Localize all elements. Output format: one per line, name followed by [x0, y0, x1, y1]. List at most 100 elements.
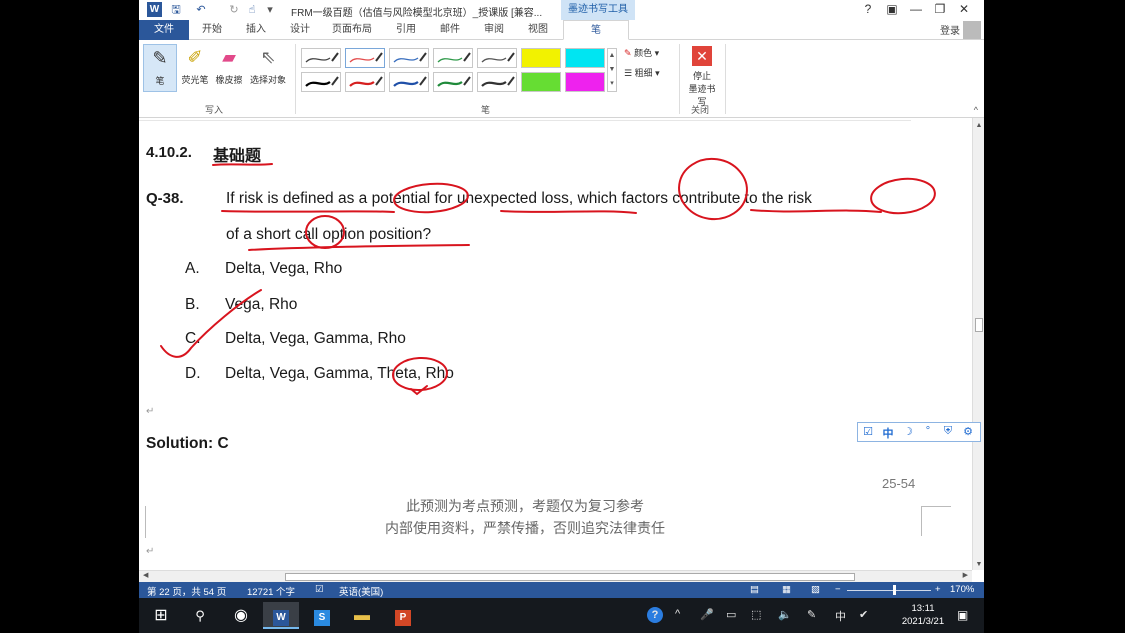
- page-count[interactable]: 第 22 页，共 54 页: [147, 584, 226, 598]
- ime-gear-icon[interactable]: ⚙: [958, 425, 978, 438]
- pen-swatch[interactable]: [521, 72, 561, 92]
- stop-inking-button[interactable]: ✕ 停止 墨迹书写: [686, 44, 718, 108]
- vertical-scroll-thumb[interactable]: [975, 318, 983, 332]
- vertical-scrollbar[interactable]: ▲ ▼: [972, 118, 984, 570]
- word-count[interactable]: 12721 个字: [247, 584, 295, 598]
- tab-mailings[interactable]: 邮件: [433, 20, 467, 40]
- horizontal-scroll-thumb[interactable]: [285, 573, 855, 581]
- save-icon[interactable]: 🖫: [169, 2, 183, 18]
- file-explorer-icon[interactable]: ▬: [344, 602, 380, 629]
- tab-file[interactable]: 文件: [139, 20, 189, 40]
- help-icon[interactable]: ?: [856, 2, 880, 16]
- highlighter-button[interactable]: ✐ 荧光笔: [177, 44, 213, 86]
- document-area[interactable]: 4.10.2. 基础题 Q-38. If risk is defined as …: [139, 118, 972, 570]
- ime-halfwidth-icon[interactable]: ☽: [898, 425, 918, 438]
- gallery-scroll[interactable]: ▲ ▼ ▾: [607, 48, 617, 92]
- scroll-right-icon[interactable]: ▶: [963, 571, 968, 579]
- close-icon[interactable]: ✕: [952, 2, 976, 16]
- tab-references[interactable]: 引用: [389, 20, 423, 40]
- battery-icon[interactable]: ▭: [726, 608, 736, 621]
- undo-icon[interactable]: ↶: [194, 2, 208, 18]
- scroll-left-icon[interactable]: ◀: [143, 571, 148, 579]
- redo-icon[interactable]: ↻: [227, 2, 241, 18]
- pen-swatch[interactable]: [433, 72, 473, 92]
- pen-swatch[interactable]: [345, 72, 385, 92]
- zoom-slider-track[interactable]: [847, 590, 931, 591]
- select-objects-button[interactable]: ⇖ 选择对象: [247, 44, 289, 86]
- zoom-in-icon[interactable]: +: [935, 584, 941, 595]
- language-indicator[interactable]: 英语(美国): [339, 584, 383, 598]
- ink-tick-theta: [410, 385, 428, 396]
- powerpoint-taskbar-icon[interactable]: P: [385, 602, 421, 629]
- tab-review[interactable]: 审阅: [477, 20, 511, 40]
- pen-workspace-icon[interactable]: ✎: [807, 608, 816, 621]
- browser-icon[interactable]: ◉: [223, 602, 259, 629]
- pen-swatch[interactable]: [565, 48, 605, 68]
- help-tray-icon[interactable]: ?: [647, 607, 663, 623]
- tab-layout[interactable]: 页面布局: [325, 20, 379, 40]
- system-clock[interactable]: 13:11 2021/3/21: [895, 602, 951, 628]
- pen-swatch[interactable]: [565, 72, 605, 92]
- restore-icon[interactable]: ❐: [928, 2, 952, 16]
- pen-swatch[interactable]: [521, 48, 561, 68]
- web-layout-icon[interactable]: ▧: [811, 584, 820, 595]
- horizontal-scrollbar[interactable]: ◀ ▶: [139, 570, 972, 582]
- pen-swatch[interactable]: [301, 72, 341, 92]
- tab-home[interactable]: 开始: [195, 20, 229, 40]
- ime-punctuation-icon[interactable]: °: [918, 425, 938, 437]
- ime-settings-box-icon[interactable]: ☑: [858, 425, 878, 438]
- pen-button[interactable]: ✎ 笔: [143, 44, 177, 92]
- collapse-ribbon-icon[interactable]: ^: [974, 105, 978, 115]
- pen-swatch[interactable]: [301, 48, 341, 68]
- touch-mode-icon[interactable]: ☝: [245, 2, 259, 18]
- customize-toolbar-icon[interactable]: ▾: [265, 2, 275, 18]
- zoom-out-icon[interactable]: −: [835, 584, 841, 595]
- volume-icon[interactable]: 🔈: [778, 608, 792, 621]
- ime-user-icon[interactable]: ⛨: [938, 425, 958, 438]
- show-hidden-icons[interactable]: ^: [675, 608, 680, 620]
- ribbon-display-icon[interactable]: ▣: [880, 2, 904, 16]
- option-d-letter: D.: [185, 365, 201, 382]
- network-icon[interactable]: ⬚: [751, 608, 761, 621]
- pen-swatch[interactable]: [477, 72, 517, 92]
- footer-note-line2: 内部使用资料，严禁传播，否则追究法律责任: [385, 520, 665, 536]
- pen-swatch[interactable]: [389, 72, 429, 92]
- ime-chinese-mode[interactable]: 中: [878, 425, 898, 441]
- pen-swatch[interactable]: [345, 48, 385, 68]
- tab-insert[interactable]: 插入: [239, 20, 273, 40]
- color-icon: ✎: [624, 48, 632, 58]
- notification-center-icon[interactable]: ▣: [957, 608, 968, 622]
- start-button[interactable]: ⊞: [143, 602, 179, 629]
- proofing-icon[interactable]: ☑: [315, 584, 324, 595]
- microphone-icon[interactable]: 🎤: [700, 608, 714, 621]
- group-divider: [295, 44, 296, 114]
- margin-corner-right: [921, 506, 951, 536]
- word-taskbar-icon[interactable]: W: [263, 602, 299, 629]
- scroll-down-icon[interactable]: ▼: [973, 561, 984, 568]
- search-icon[interactable]: ⚲: [182, 602, 218, 629]
- zoom-slider-thumb[interactable]: [893, 585, 896, 595]
- tab-pen[interactable]: 笔: [563, 20, 629, 40]
- login-link[interactable]: 登录: [940, 22, 960, 37]
- zoom-level[interactable]: 170%: [950, 584, 974, 595]
- avatar[interactable]: [963, 21, 981, 39]
- ime-app-taskbar-icon[interactable]: S: [304, 602, 340, 629]
- pen-swatch[interactable]: [389, 48, 429, 68]
- minimize-icon[interactable]: —: [904, 2, 928, 16]
- print-layout-icon[interactable]: ▦: [782, 584, 791, 595]
- pen-swatch[interactable]: [477, 48, 517, 68]
- word-app-icon[interactable]: W: [147, 2, 162, 17]
- scroll-up-icon[interactable]: ▲: [973, 122, 984, 129]
- security-check-icon[interactable]: ✔: [859, 608, 868, 621]
- pen-label: 笔: [155, 76, 165, 86]
- thickness-menu[interactable]: ☰ 粗细 ▾: [624, 66, 660, 79]
- pen-swatch[interactable]: [433, 48, 473, 68]
- color-menu[interactable]: ✎ 颜色 ▾: [624, 46, 659, 59]
- input-language-indicator[interactable]: 中: [835, 608, 846, 624]
- read-mode-icon[interactable]: ▤: [750, 584, 759, 595]
- tab-design[interactable]: 设计: [283, 20, 317, 40]
- window-controls: ? ▣ — ❐ ✕: [856, 2, 976, 16]
- tab-view[interactable]: 视图: [521, 20, 555, 40]
- eraser-button[interactable]: ▰ 橡皮擦: [211, 44, 247, 86]
- ime-toolbar: ☑ 中 ☽ ° ⛨ ⚙: [857, 422, 981, 442]
